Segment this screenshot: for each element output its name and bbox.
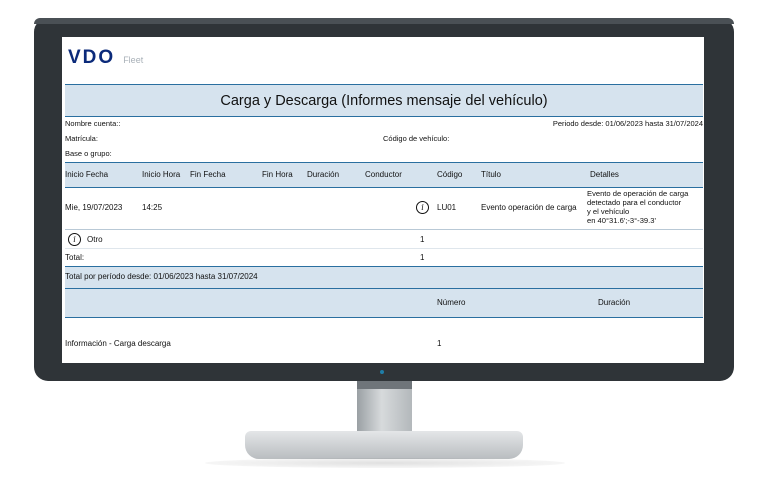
stand-neck-shadow	[357, 381, 412, 389]
col-start-time: Inicio Hora	[142, 170, 181, 179]
summary-number-header: Número	[437, 298, 466, 307]
group-label: Base o grupo:	[65, 149, 112, 158]
other-count: 1	[420, 235, 425, 244]
info-icon[interactable]: i	[68, 233, 81, 246]
period-total-row: Total por período desde: 01/06/2023 hast…	[65, 267, 703, 288]
account-label: Nombre cuenta::	[65, 119, 121, 128]
col-details: Detalles	[590, 170, 619, 179]
period-total-label: Total por período desde: 01/06/2023 hast…	[65, 272, 258, 281]
total-row: Total: 1	[65, 249, 703, 267]
row-start-date: Mie, 19/07/2023	[65, 203, 123, 212]
total-count: 1	[420, 253, 425, 262]
col-duration: Duración	[307, 170, 340, 179]
row-start-time: 14:25	[142, 203, 163, 212]
summary-row: Información - Carga descarga 1	[65, 337, 703, 353]
table-header: Inicio Fecha Inicio Hora Fin Fecha Fin H…	[65, 162, 703, 188]
details-line: y el vehículo	[587, 207, 630, 216]
bezel-highlight	[34, 18, 734, 24]
details-line: Evento de operación de carga	[587, 189, 689, 198]
col-title: Título	[481, 170, 502, 179]
info-icon[interactable]: i	[416, 201, 429, 214]
details-line: detectado para el conductor	[587, 198, 682, 207]
logo-subtitle: Fleet	[123, 55, 144, 65]
summary-label: Información - Carga descarga	[65, 339, 171, 348]
other-row: i Otro 1	[65, 230, 703, 249]
details-line: en 40°31.6';-3°-39.3'	[587, 216, 656, 225]
total-label: Total:	[65, 253, 85, 262]
col-end-time: Fin Hora	[262, 170, 293, 179]
vdo-logo: VDO	[68, 47, 116, 68]
vehicle-code-label: Código de vehículo:	[383, 134, 450, 143]
summary-number: 1	[437, 339, 442, 348]
plate-label: Matrícula:	[65, 134, 98, 143]
summary-duration-header: Duración	[598, 298, 631, 307]
stand-base-shadow	[205, 458, 565, 468]
logo-row: VDO Fleet	[68, 47, 143, 69]
meta-group-row: Base o grupo:	[65, 147, 703, 160]
row-details: Evento de operación de carga detectado p…	[587, 189, 704, 225]
summary-header: Número Duración	[65, 288, 703, 318]
row-code: LU01	[437, 203, 457, 212]
meta-account-row: Nombre cuenta:: Periodo desde: 01/06/202…	[65, 117, 703, 130]
meta-plate-row: Matrícula: Código de vehículo:	[65, 132, 703, 145]
period-label: Periodo desde: 01/06/2023 hasta 31/07/20…	[552, 119, 703, 128]
col-code: Código	[437, 170, 463, 179]
table-row[interactable]: Mie, 19/07/2023 14:25 i LU01 Evento oper…	[65, 187, 703, 230]
col-end-date: Fin Fecha	[190, 170, 226, 179]
other-label: Otro	[87, 235, 103, 244]
col-driver: Conductor	[365, 170, 402, 179]
row-title: Evento operación de carga	[481, 203, 577, 212]
power-led	[380, 370, 384, 374]
monitor-bezel: VDO Fleet Carga y Descarga (Informes men…	[34, 18, 734, 381]
report-title-bar: Carga y Descarga (Informes mensaje del v…	[65, 84, 703, 117]
monitor-stand-base	[245, 431, 523, 459]
col-start-date: Inicio Fecha	[65, 170, 109, 179]
monitor-screen: VDO Fleet Carga y Descarga (Informes men…	[62, 37, 704, 363]
report-title: Carga y Descarga (Informes mensaje del v…	[220, 92, 548, 109]
